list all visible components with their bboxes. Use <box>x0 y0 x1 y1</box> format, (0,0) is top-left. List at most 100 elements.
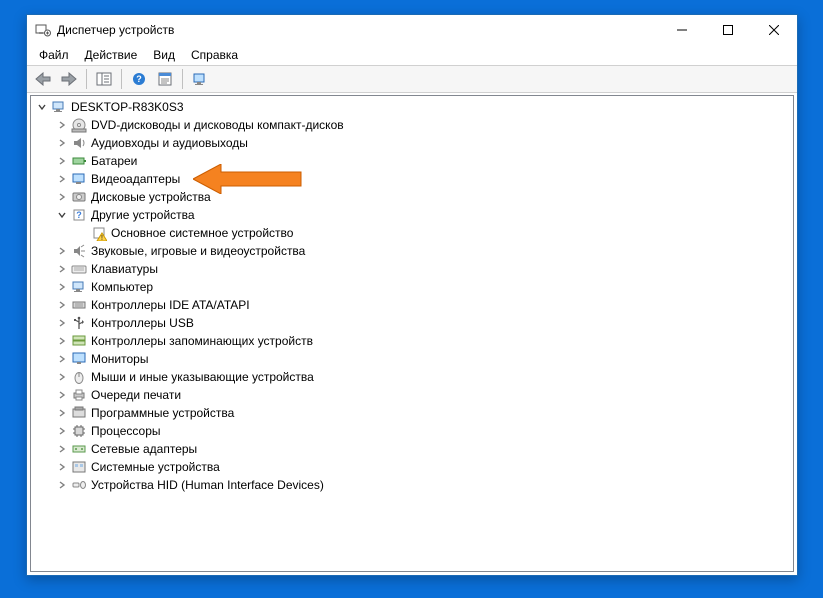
expand-icon[interactable] <box>55 136 69 150</box>
svg-text:?: ? <box>76 210 82 220</box>
scan-hardware-button[interactable] <box>188 68 212 90</box>
tree-category[interactable]: Процессоры <box>31 422 793 440</box>
category-icon <box>71 297 87 313</box>
tree-item-label: Аудиовходы и аудиовыходы <box>91 134 248 152</box>
tree-category[interactable]: Дисковые устройства <box>31 188 793 206</box>
tree-category[interactable]: Видеоадаптеры <box>31 170 793 188</box>
device-manager-window: Диспетчер устройств Файл Действие Вид Сп… <box>26 14 798 576</box>
device-tree-panel[interactable]: DESKTOP-R83K0S3 DVD-дисководы и дисковод… <box>30 95 794 572</box>
window-buttons <box>659 15 797 45</box>
close-button[interactable] <box>751 15 797 45</box>
tree-item-label: Программные устройства <box>91 404 234 422</box>
toolbar: ? <box>27 65 797 93</box>
toolbar-separator <box>86 69 87 89</box>
properties-button[interactable] <box>153 68 177 90</box>
tree-category[interactable]: Контроллеры запоминающих устройств <box>31 332 793 350</box>
category-icon: ? <box>71 207 87 223</box>
category-icon <box>71 243 87 259</box>
expand-icon[interactable] <box>55 244 69 258</box>
tree-item-label: Сетевые адаптеры <box>91 440 197 458</box>
device-warning-icon: ! <box>91 225 107 241</box>
expand-icon[interactable] <box>55 352 69 366</box>
tree-item-label: Мыши и иные указывающие устройства <box>91 368 314 386</box>
tree-category[interactable]: DVD-дисководы и дисководы компакт-дисков <box>31 116 793 134</box>
expand-icon[interactable] <box>55 118 69 132</box>
tree-device[interactable]: ! Основное системное устройство <box>31 224 793 242</box>
window-title: Диспетчер устройств <box>57 23 174 37</box>
tree-item-label: Процессоры <box>91 422 161 440</box>
category-icon <box>71 369 87 385</box>
expand-icon[interactable] <box>55 262 69 276</box>
category-icon <box>71 153 87 169</box>
category-icon <box>71 315 87 331</box>
category-icon <box>71 351 87 367</box>
tree-item-label: Дисковые устройства <box>91 188 211 206</box>
tree-category[interactable]: Программные устройства <box>31 404 793 422</box>
tree-item-label: Звуковые, игровые и видеоустройства <box>91 242 305 260</box>
toolbar-separator <box>182 69 183 89</box>
tree-item-label: Основное системное устройство <box>111 224 293 242</box>
expand-icon[interactable] <box>55 478 69 492</box>
tree-category[interactable]: Контроллеры USB <box>31 314 793 332</box>
tree-root[interactable]: DESKTOP-R83K0S3 <box>31 98 793 116</box>
tree-item-label: Системные устройства <box>91 458 220 476</box>
tree-category[interactable]: Сетевые адаптеры <box>31 440 793 458</box>
expand-icon[interactable] <box>35 100 49 114</box>
category-icon <box>71 423 87 439</box>
forward-button[interactable] <box>57 68 81 90</box>
expand-icon[interactable] <box>55 334 69 348</box>
minimize-button[interactable] <box>659 15 705 45</box>
tree-item-label: DVD-дисководы и дисководы компакт-дисков <box>91 116 344 134</box>
tree-category[interactable]: Очереди печати <box>31 386 793 404</box>
tree-category[interactable]: ? Другие устройства <box>31 206 793 224</box>
category-icon <box>71 459 87 475</box>
tree-category[interactable]: Компьютер <box>31 278 793 296</box>
tree-category[interactable]: Контроллеры IDE ATA/ATAPI <box>31 296 793 314</box>
menu-file[interactable]: Файл <box>31 46 77 64</box>
computer-icon <box>51 99 67 115</box>
category-icon <box>71 333 87 349</box>
tree-category[interactable]: Мыши и иные указывающие устройства <box>31 368 793 386</box>
expand-icon[interactable] <box>55 316 69 330</box>
expand-icon[interactable] <box>55 370 69 384</box>
tree-item-label: Контроллеры запоминающих устройств <box>91 332 313 350</box>
expand-icon[interactable] <box>55 154 69 168</box>
tree-category[interactable]: Устройства HID (Human Interface Devices) <box>31 476 793 494</box>
tree-item-label: Клавиатуры <box>91 260 158 278</box>
menu-help[interactable]: Справка <box>183 46 246 64</box>
expand-icon[interactable] <box>55 298 69 312</box>
show-hide-tree-button[interactable] <box>92 68 116 90</box>
toolbar-separator <box>121 69 122 89</box>
tree-category[interactable]: Клавиатуры <box>31 260 793 278</box>
category-icon <box>71 171 87 187</box>
expand-icon[interactable] <box>55 388 69 402</box>
back-button[interactable] <box>31 68 55 90</box>
tree-item-label: Контроллеры IDE ATA/ATAPI <box>91 296 250 314</box>
expand-icon[interactable] <box>55 280 69 294</box>
tree-category[interactable]: Аудиовходы и аудиовыходы <box>31 134 793 152</box>
category-icon <box>71 261 87 277</box>
tree-root-label: DESKTOP-R83K0S3 <box>71 98 184 116</box>
tree-item-label: Другие устройства <box>91 206 195 224</box>
tree-item-label: Батареи <box>91 152 137 170</box>
titlebar: Диспетчер устройств <box>27 15 797 45</box>
menubar: Файл Действие Вид Справка <box>27 45 797 65</box>
expand-icon[interactable] <box>55 172 69 186</box>
menu-view[interactable]: Вид <box>145 46 183 64</box>
menu-action[interactable]: Действие <box>77 46 146 64</box>
tree-item-label: Контроллеры USB <box>91 314 194 332</box>
expand-icon[interactable] <box>55 424 69 438</box>
expand-icon[interactable] <box>55 406 69 420</box>
expand-icon[interactable] <box>55 460 69 474</box>
category-icon <box>71 405 87 421</box>
expand-icon[interactable] <box>55 208 69 222</box>
expand-icon[interactable] <box>55 442 69 456</box>
maximize-button[interactable] <box>705 15 751 45</box>
tree-category[interactable]: Звуковые, игровые и видеоустройства <box>31 242 793 260</box>
tree-category[interactable]: Мониторы <box>31 350 793 368</box>
category-icon <box>71 441 87 457</box>
tree-category[interactable]: Системные устройства <box>31 458 793 476</box>
tree-category[interactable]: Батареи <box>31 152 793 170</box>
help-button[interactable]: ? <box>127 68 151 90</box>
expand-icon[interactable] <box>55 190 69 204</box>
